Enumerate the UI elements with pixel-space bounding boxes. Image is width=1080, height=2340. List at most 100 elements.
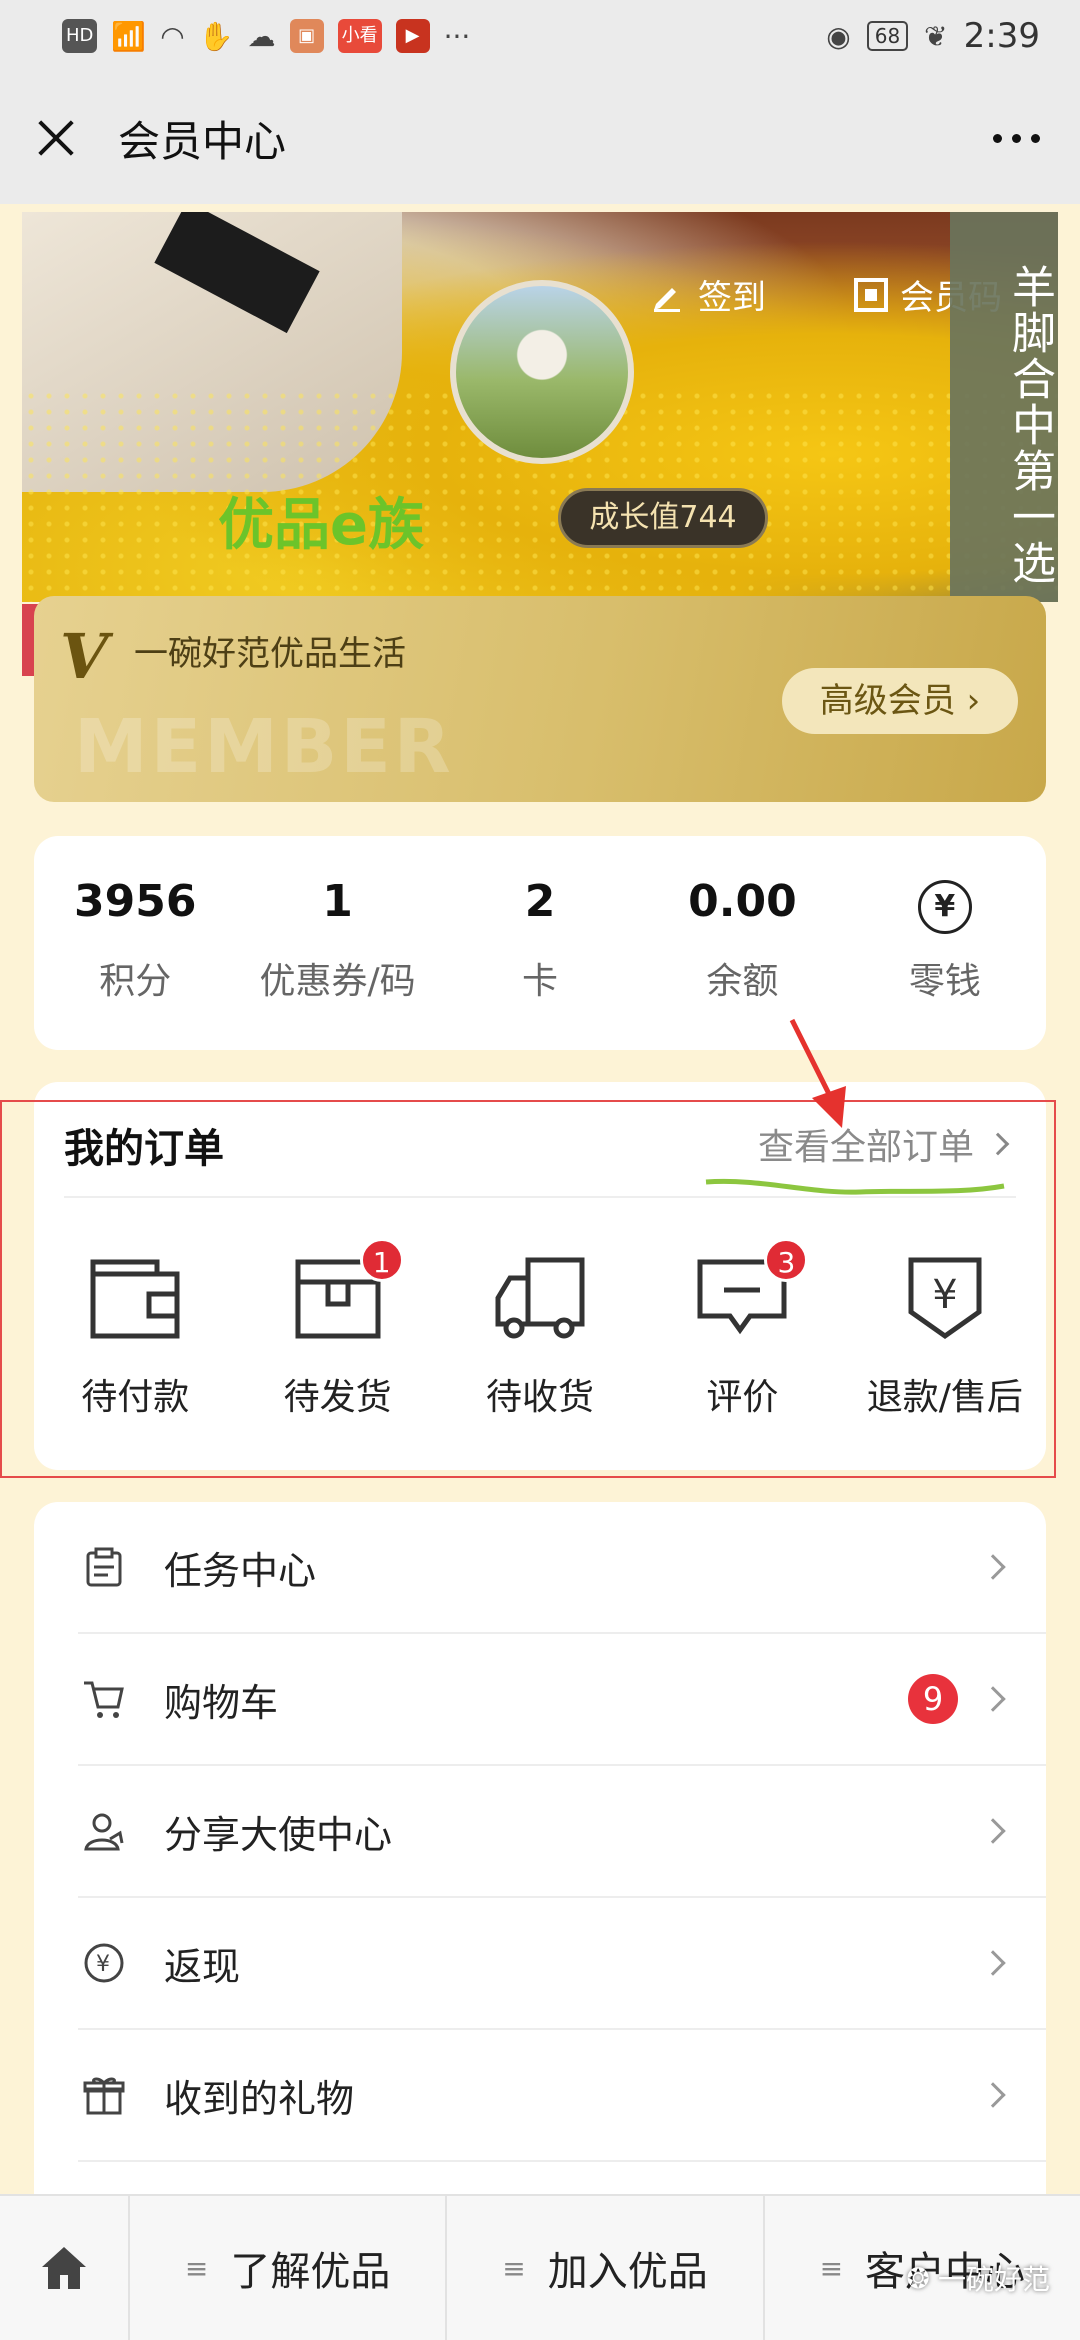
wifi-icon: ◠ [160, 19, 185, 53]
pencil-icon [654, 287, 680, 312]
order-review[interactable]: 3 评价 [641, 1238, 843, 1420]
source-watermark: ❂ 一碗好范 [907, 2258, 1050, 2298]
menu-item-ambassador[interactable]: 分享大使中心 [78, 1766, 1046, 1898]
stat-label: 余额 [706, 961, 779, 1002]
menu-label: 返现 [164, 1944, 241, 1989]
menu-item-gifts[interactable]: 收到的礼物 [78, 2030, 1046, 2162]
order-label: 退款/售后 [866, 1377, 1023, 1418]
member-level-card[interactable]: V 一碗好范优品生活 MEMBER 高级会员 › [34, 596, 1046, 802]
page-title: 会员中心 [118, 116, 287, 166]
tab-join[interactable]: ≡ 加入优品 [447, 2196, 765, 2340]
menu-item-task-center[interactable]: 任务中心 [78, 1502, 1046, 1634]
wechat-icon: ❂ [906, 2261, 930, 2295]
order-badge: 3 [764, 1238, 809, 1282]
home-button[interactable] [0, 2196, 130, 2340]
chevron-right-icon [980, 2082, 1006, 2108]
order-status-row: 待付款 1 待发货 待收货 3 评价 ¥ 退款/售后 [34, 1238, 1046, 1420]
refund-icon: ¥ [908, 1257, 982, 1340]
more-options-icon[interactable] [993, 133, 1040, 143]
ambassador-icon [84, 1813, 124, 1851]
order-pending-receipt[interactable]: 待收货 [439, 1252, 641, 1420]
stat-change[interactable]: ¥ 零钱 [844, 836, 1046, 1050]
cart-count-badge: 9 [908, 1674, 958, 1724]
member-slogan: 一碗好范优品生活 [134, 634, 406, 674]
stat-label: 零钱 [908, 961, 981, 1002]
home-icon [42, 2247, 86, 2289]
battery-indicator: 68 [866, 21, 909, 51]
truck-icon [495, 1257, 585, 1339]
stat-value: 1 [322, 876, 353, 927]
stat-value: 0.00 [688, 876, 797, 927]
view-all-orders-label: 查看全部订单 [757, 1127, 974, 1168]
order-badge: 1 [359, 1238, 404, 1282]
checkin-label: 签到 [698, 278, 766, 318]
hd-icon: HD [62, 19, 98, 53]
hero-banner: 签到 会员码 优品e族 成长值744 羊脚合中第一选 [22, 212, 1058, 602]
clipboard-icon [86, 1547, 122, 1587]
stat-cards[interactable]: 2 卡 [439, 836, 641, 1050]
gift-icon [83, 2077, 125, 2115]
menu-item-cart[interactable]: 购物车 9 [78, 1634, 1046, 1766]
stat-balance[interactable]: 0.00 余额 [641, 836, 843, 1050]
order-pending-payment[interactable]: 待付款 [34, 1252, 236, 1420]
avatar[interactable] [450, 280, 634, 464]
video-app-icon: ▶ [395, 19, 430, 53]
wallet-icon [90, 1259, 180, 1339]
menu-label: 分享大使中心 [164, 1812, 393, 1857]
order-label: 待收货 [486, 1377, 595, 1418]
yen-icon: ¥ [917, 880, 972, 934]
menu-card: 任务中心 购物车 9 分享大使中心 ¥ 返现 收到的礼物 [34, 1502, 1046, 2202]
tab-about[interactable]: ≡ 了解优品 [130, 2196, 448, 2340]
tab-label: 加入优品 [547, 2249, 708, 2295]
member-watermark: MEMBER [74, 704, 454, 790]
menu-lines-icon: ≡ [184, 2251, 209, 2285]
growth-value-badge[interactable]: 成长值744 [558, 488, 768, 548]
divider [64, 1196, 1016, 1198]
order-pending-shipment[interactable]: 1 待发货 [236, 1238, 438, 1420]
menu-label: 任务中心 [164, 1548, 317, 1593]
stat-label: 积分 [99, 961, 172, 1002]
order-label: 待付款 [81, 1377, 190, 1418]
chevron-right-icon [980, 1554, 1006, 1580]
member-level-button[interactable]: 高级会员 › [782, 668, 1018, 734]
menu-lines-icon: ≡ [819, 2251, 844, 2285]
status-bar: HD 📶 ◠ ✋ ☁ ▣ 小看 ▶ ··· ◉ 68 ❦ 2:39 [0, 0, 1080, 72]
stat-coupons[interactable]: 1 优惠券/码 [236, 836, 438, 1050]
clock: 2:39 [963, 16, 1040, 56]
signal-icon: 📶 [111, 19, 147, 53]
menu-item-cashback[interactable]: ¥ 返现 [78, 1898, 1046, 2030]
watermark-text: 一碗好范 [937, 2263, 1050, 2296]
close-icon[interactable] [30, 113, 80, 163]
nav-bar: 会员中心 [0, 72, 1080, 204]
order-refund[interactable]: ¥ 退款/售后 [844, 1252, 1046, 1420]
app-notification-icon: ▣ [289, 19, 324, 53]
status-icons: HD 📶 ◠ ✋ ☁ ▣ 小看 ▶ ··· [62, 19, 470, 53]
qr-code-icon [854, 277, 888, 312]
chevron-right-icon [986, 1132, 1010, 1156]
more-notifications-icon: ··· [443, 19, 471, 53]
stat-points[interactable]: 3956 积分 [34, 836, 236, 1050]
checkin-button[interactable]: 签到 [650, 270, 766, 319]
stat-value: 2 [524, 876, 556, 927]
orders-title: 我的订单 [64, 1126, 224, 1172]
cart-icon [84, 1681, 124, 1718]
order-label: 待发货 [283, 1377, 392, 1418]
side-slogan: 羊脚合中第一选 [950, 212, 1058, 602]
menu-lines-icon: ≡ [502, 2251, 526, 2285]
stats-card: 3956 积分 1 优惠券/码 2 卡 0.00 余额 ¥ 零钱 [34, 836, 1046, 1050]
chevron-right-icon [980, 1950, 1006, 1976]
svg-text:¥: ¥ [96, 1952, 110, 1977]
stat-label: 优惠券/码 [259, 961, 416, 1002]
view-all-orders-link[interactable]: 查看全部订单 [757, 1118, 1010, 1170]
stat-value: 3956 [73, 876, 197, 927]
xiaokan-icon: 小看 [337, 19, 382, 53]
user-name: 优品e族 [218, 493, 424, 558]
v-logo-icon: V [60, 620, 109, 693]
order-label: 评价 [706, 1377, 779, 1418]
svg-text:¥: ¥ [932, 1272, 957, 1318]
chevron-right-icon [980, 1686, 1006, 1712]
cashback-icon: ¥ [84, 1943, 124, 1983]
stat-label: 卡 [522, 961, 559, 1002]
menu-label: 购物车 [164, 1680, 279, 1725]
orders-card: 我的订单 查看全部订单 待付款 1 待发货 待收货 3 评价 ¥ 退款/售后 [34, 1082, 1046, 1470]
